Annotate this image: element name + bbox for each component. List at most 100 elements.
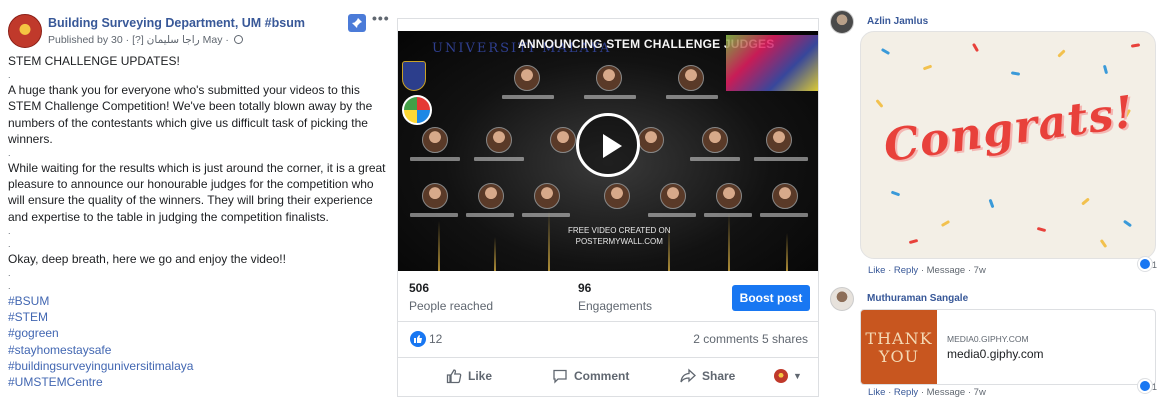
comment-message-link[interactable]: Message bbox=[927, 265, 966, 276]
judge-caption bbox=[584, 95, 636, 99]
judge-portrait bbox=[660, 183, 686, 209]
hashtag-link[interactable]: #BSUM bbox=[8, 293, 386, 309]
like-reaction-icon[interactable] bbox=[1138, 257, 1152, 271]
comment-like-link[interactable]: Like bbox=[868, 387, 885, 397]
comment-meta: Like · Reply · Message · 7w bbox=[868, 387, 986, 397]
people-reached-value: 506 bbox=[409, 281, 430, 295]
giphy-link-preview[interactable]: THANK YOU MEDIA0.GIPHY.COM media0.giphy.… bbox=[860, 309, 1156, 385]
stem-centre-logo bbox=[402, 95, 432, 125]
separator-dot: . bbox=[8, 268, 11, 279]
judge-portrait bbox=[596, 65, 622, 91]
confetti-piece bbox=[940, 219, 951, 228]
pin-icon[interactable] bbox=[348, 14, 366, 32]
poster-credit-line: FREE VIDEO CREATED ON bbox=[568, 226, 671, 235]
judge-caption bbox=[648, 213, 696, 217]
comment-author[interactable]: Azlin Jamlus bbox=[867, 16, 928, 27]
comment-like-link[interactable]: Like bbox=[868, 265, 885, 276]
judge-portrait bbox=[478, 183, 504, 209]
confetti-piece bbox=[1099, 238, 1108, 249]
meta-separator: · bbox=[965, 265, 974, 276]
like-reaction-icon[interactable] bbox=[410, 331, 426, 347]
hashtag-link[interactable]: #gogreen bbox=[8, 325, 386, 341]
engagements-label: Engagements bbox=[578, 299, 653, 313]
comment-timestamp[interactable]: 7w bbox=[974, 265, 986, 276]
light-streak bbox=[494, 237, 496, 271]
thumbs-up-icon bbox=[446, 369, 462, 384]
publisher-name[interactable]: راجا سليمان bbox=[147, 34, 200, 46]
chevron-down-icon[interactable]: ▼ bbox=[793, 371, 802, 381]
play-icon[interactable] bbox=[576, 113, 640, 177]
globe-icon[interactable] bbox=[233, 35, 243, 44]
video-player[interactable]: UNIVERSITI MALAYA ANNOUNCING STEM CHALLE… bbox=[398, 31, 818, 271]
light-streak bbox=[728, 213, 730, 271]
like-reaction-icon[interactable] bbox=[1138, 379, 1152, 393]
meta-separator: · bbox=[965, 387, 974, 397]
engagements-value: 96 bbox=[578, 281, 592, 295]
light-streak bbox=[786, 233, 788, 271]
separator-dot: . bbox=[8, 238, 11, 249]
reaction-profile-avatar[interactable] bbox=[774, 369, 788, 383]
more-options-icon[interactable]: ••• bbox=[372, 10, 390, 26]
meta-separator: · bbox=[885, 387, 894, 397]
judge-portrait bbox=[422, 127, 448, 153]
judge-caption bbox=[760, 213, 808, 217]
comment-reply-link[interactable]: Reply bbox=[894, 265, 918, 276]
hashtag-link[interactable]: #buildingsurveyinguniversitimalaya bbox=[8, 358, 386, 374]
like-button[interactable]: Like bbox=[446, 365, 492, 387]
boost-post-button[interactable]: Boost post bbox=[732, 285, 810, 311]
thank-you-lettering: THANK YOU bbox=[865, 329, 933, 366]
thank-you-image: THANK YOU bbox=[861, 310, 937, 384]
confetti-piece bbox=[988, 198, 995, 209]
judge-caption bbox=[474, 157, 524, 161]
hashtag-link[interactable]: #STEM bbox=[8, 309, 386, 325]
people-reached-label: People reached bbox=[409, 299, 494, 313]
post-paragraph: While waiting for the results which is j… bbox=[8, 161, 386, 224]
judge-portrait bbox=[550, 127, 576, 153]
judge-portrait bbox=[766, 127, 792, 153]
comment-reply-link[interactable]: Reply bbox=[894, 387, 918, 397]
comments-shares-count[interactable]: 2 comments 5 shares bbox=[693, 332, 808, 346]
confetti-piece bbox=[971, 42, 980, 53]
reaction-count[interactable]: 12 bbox=[429, 332, 442, 346]
confetti-piece bbox=[890, 190, 901, 197]
post-column: Building Surveying Department, UM #bsum … bbox=[0, 0, 392, 397]
page-avatar[interactable] bbox=[8, 14, 42, 48]
university-crest bbox=[402, 61, 426, 91]
page-name-link[interactable]: Building Surveying Department, UM #bsum bbox=[48, 16, 305, 30]
poster-collage bbox=[726, 35, 818, 91]
comment-bubble-icon bbox=[553, 369, 567, 384]
poster-credit: FREE VIDEO CREATED ON POSTERMYWALL.COM bbox=[568, 225, 671, 247]
judge-portrait bbox=[534, 183, 560, 209]
judge-caption bbox=[502, 95, 554, 99]
comment-author[interactable]: Muthuraman Sangale bbox=[867, 293, 968, 304]
judge-caption bbox=[410, 157, 460, 161]
judge-caption bbox=[522, 213, 570, 217]
comment-timestamp[interactable]: 7w bbox=[974, 387, 986, 397]
confetti-piece bbox=[1122, 219, 1133, 228]
post-paragraph: A huge thank you for everyone who's subm… bbox=[8, 83, 373, 146]
confetti-piece bbox=[1057, 49, 1066, 58]
separator-dot: . bbox=[8, 281, 11, 292]
link-title[interactable]: media0.giphy.com bbox=[947, 347, 1044, 361]
judge-caption bbox=[690, 157, 740, 161]
confetti-piece bbox=[908, 238, 919, 245]
comment-message-link[interactable]: Message bbox=[927, 387, 966, 397]
hashtag-link[interactable]: #stayhomestaysafe bbox=[8, 342, 386, 358]
meta-separator: · bbox=[918, 265, 927, 276]
share-button[interactable]: Share bbox=[680, 365, 735, 387]
meta-separator: · bbox=[885, 265, 894, 276]
avatar[interactable] bbox=[830, 10, 854, 34]
confetti-piece bbox=[875, 99, 884, 108]
comment-button[interactable]: Comment bbox=[552, 365, 629, 387]
judge-portrait bbox=[638, 127, 664, 153]
hashtag-link[interactable]: #UMSTEMCentre bbox=[8, 374, 386, 390]
judge-portrait bbox=[604, 183, 630, 209]
confetti-piece bbox=[880, 47, 891, 56]
judge-portrait bbox=[716, 183, 742, 209]
avatar[interactable] bbox=[830, 287, 854, 311]
confetti-piece bbox=[1130, 43, 1141, 48]
congrats-gif[interactable]: Congrats! bbox=[860, 31, 1156, 259]
like-label: Like bbox=[468, 369, 493, 383]
comment-reaction-count[interactable]: 1 bbox=[1152, 260, 1157, 270]
comment-reaction-count[interactable]: 1 bbox=[1152, 382, 1157, 392]
